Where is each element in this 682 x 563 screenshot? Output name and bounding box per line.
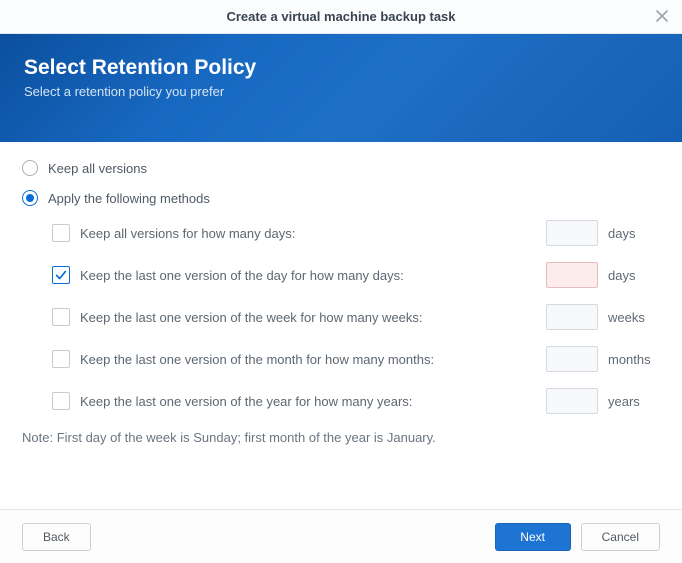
method-label: Keep the last one version of the month f… bbox=[80, 352, 536, 367]
method-label: Keep all versions for how many days: bbox=[80, 226, 536, 241]
radio-label: Keep all versions bbox=[48, 161, 147, 176]
checkbox[interactable] bbox=[52, 392, 70, 410]
method-label: Keep the last one version of the week fo… bbox=[80, 310, 536, 325]
window-title: Create a virtual machine backup task bbox=[226, 9, 455, 24]
checkbox[interactable] bbox=[52, 350, 70, 368]
method-input[interactable] bbox=[546, 304, 598, 330]
banner: Select Retention Policy Select a retenti… bbox=[0, 34, 682, 142]
content: Keep all versions Apply the following me… bbox=[0, 142, 682, 445]
method-label: Keep the last one version of the year fo… bbox=[80, 394, 536, 409]
note-prefix: Note: bbox=[22, 430, 53, 445]
method-unit: months bbox=[608, 352, 660, 367]
radio-dot-icon bbox=[26, 194, 34, 202]
radio-label: Apply the following methods bbox=[48, 191, 210, 206]
method-input[interactable] bbox=[546, 346, 598, 372]
close-icon[interactable] bbox=[654, 8, 670, 24]
back-button[interactable]: Back bbox=[22, 523, 91, 551]
titlebar: Create a virtual machine backup task bbox=[0, 0, 682, 34]
method-unit: days bbox=[608, 226, 660, 241]
note-text: First day of the week is Sunday; first m… bbox=[53, 430, 436, 445]
checkbox[interactable] bbox=[52, 308, 70, 326]
footer: Back Next Cancel bbox=[0, 509, 682, 563]
method-unit: days bbox=[608, 268, 660, 283]
method-row-year-last: Keep the last one version of the year fo… bbox=[52, 388, 660, 414]
checkbox[interactable] bbox=[52, 224, 70, 242]
radio-apply-methods[interactable]: Apply the following methods bbox=[22, 190, 660, 206]
method-row-month-last: Keep the last one version of the month f… bbox=[52, 346, 660, 372]
method-unit: years bbox=[608, 394, 660, 409]
method-row-day-last: Keep the last one version of the day for… bbox=[52, 262, 660, 288]
method-row-days-all: Keep all versions for how many days: day… bbox=[52, 220, 660, 246]
method-row-week-last: Keep the last one version of the week fo… bbox=[52, 304, 660, 330]
method-input[interactable] bbox=[546, 388, 598, 414]
next-button[interactable]: Next bbox=[495, 523, 571, 551]
checkbox[interactable] bbox=[52, 266, 70, 284]
banner-subtitle: Select a retention policy you prefer bbox=[24, 84, 658, 99]
banner-title: Select Retention Policy bbox=[24, 56, 658, 80]
radio-icon bbox=[22, 160, 38, 176]
method-unit: weeks bbox=[608, 310, 660, 325]
radio-icon bbox=[22, 190, 38, 206]
note: Note: First day of the week is Sunday; f… bbox=[22, 430, 660, 445]
radio-keep-all[interactable]: Keep all versions bbox=[22, 160, 660, 176]
cancel-button[interactable]: Cancel bbox=[581, 523, 660, 551]
method-label: Keep the last one version of the day for… bbox=[80, 268, 536, 283]
method-input[interactable] bbox=[546, 220, 598, 246]
method-input[interactable] bbox=[546, 262, 598, 288]
methods-list: Keep all versions for how many days: day… bbox=[22, 220, 660, 414]
